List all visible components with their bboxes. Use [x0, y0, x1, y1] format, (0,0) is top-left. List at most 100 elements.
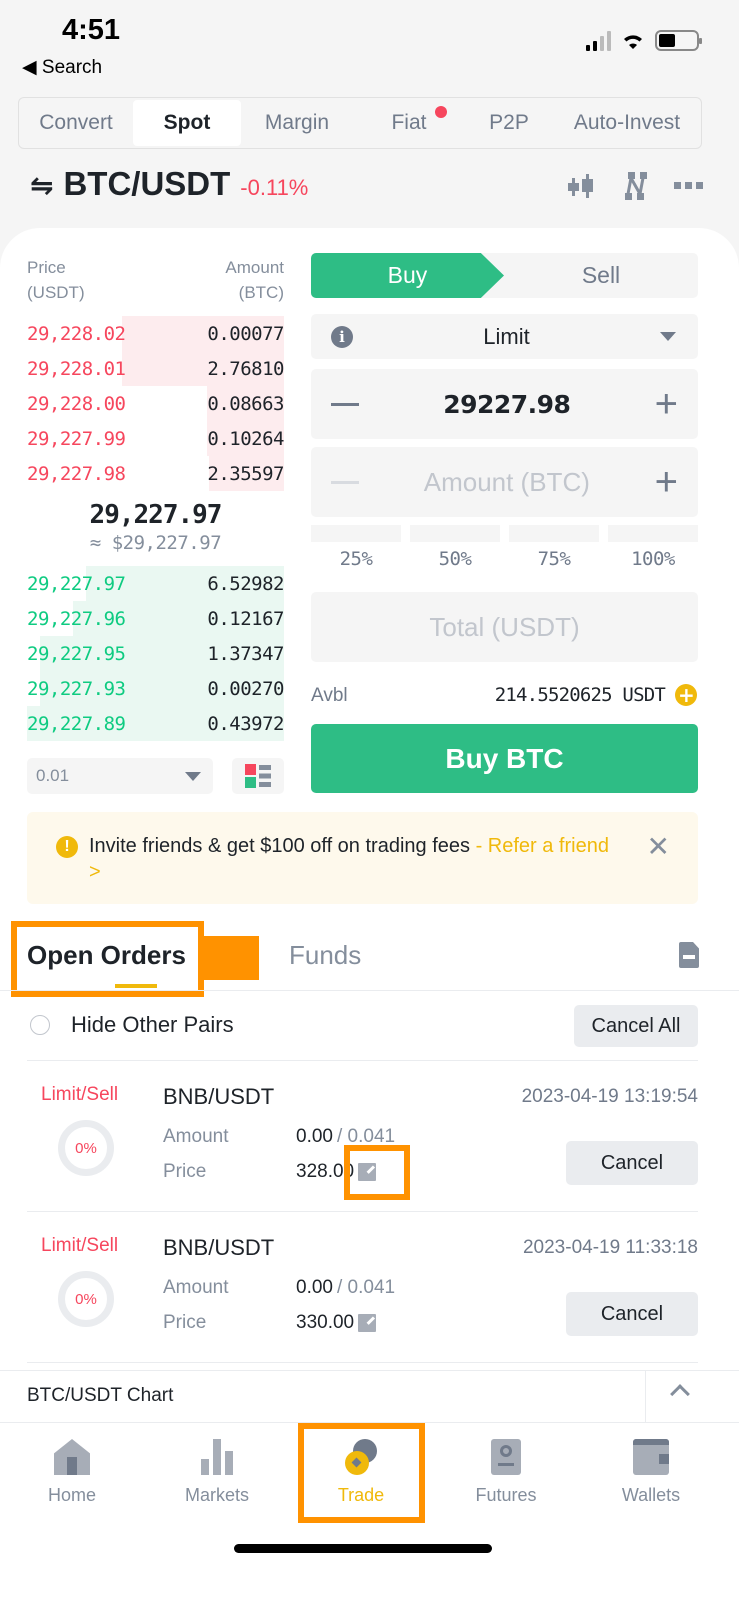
order-amount: 0.00270: [207, 677, 284, 700]
sell-tab[interactable]: Sell: [504, 253, 698, 298]
decrease-price-button[interactable]: [331, 402, 359, 406]
orderbook-layout-button[interactable]: [232, 758, 284, 794]
info-icon[interactable]: i: [331, 325, 353, 348]
cancel-order-button[interactable]: Cancel: [566, 1141, 698, 1185]
orderbook-layout-icon: [245, 764, 271, 788]
order-symbol: BNB/USDT: [163, 1235, 275, 1260]
order-type: Limit/Sell: [41, 1084, 119, 1105]
wifi-icon: [624, 34, 642, 49]
available-balance: 214.5520625 USDT +: [495, 684, 697, 706]
bid-row[interactable]: 29,227.97 6.52982: [27, 566, 284, 601]
referral-banner: ! Invite friends & get $100 off on tradi…: [27, 812, 698, 904]
amount-input[interactable]: Amount (BTC): [424, 467, 590, 498]
precision-select[interactable]: 0.01: [27, 758, 213, 794]
order-price: 330.00: [296, 1312, 377, 1334]
ask-row[interactable]: 29,227.99 0.10264: [27, 421, 284, 456]
bid-row[interactable]: 29,227.95 1.37347: [27, 636, 284, 671]
add-funds-icon[interactable]: +: [675, 684, 697, 706]
price-input[interactable]: 29227.98: [443, 390, 571, 419]
last-price-usd: ≈ $29,227.97: [89, 532, 222, 554]
pair-name: BTC/USDT: [63, 165, 231, 202]
order-amount: 2.35597: [207, 462, 284, 485]
tab-auto-invest[interactable]: Auto-Invest: [553, 100, 701, 146]
order-amount: 1.37347: [207, 642, 284, 665]
orderbook-amount-header: Amount (BTC): [225, 258, 284, 302]
orderbook-price-header: Price (USDT): [27, 258, 85, 302]
tab-margin[interactable]: Margin: [241, 100, 353, 146]
ask-row[interactable]: 29,228.00 0.08663: [27, 386, 284, 421]
edit-icon[interactable]: [358, 1314, 377, 1332]
percent-50[interactable]: 50%: [410, 548, 500, 570]
buy-btc-button[interactable]: Buy BTC: [311, 724, 698, 793]
tab-spot[interactable]: Spot: [133, 100, 241, 146]
chart-drawer[interactable]: BTC/USDT Chart: [0, 1370, 739, 1423]
tab-fiat[interactable]: Fiat: [353, 100, 465, 146]
order-amount: 0.12167: [207, 607, 284, 630]
divider: [27, 1211, 698, 1212]
trade-mode-tabs: Convert Spot Margin Fiat P2P Auto-Invest: [18, 97, 702, 149]
increase-amount-button[interactable]: +: [655, 462, 678, 502]
order-price: 29,228.02: [27, 322, 126, 345]
cancel-all-button[interactable]: Cancel All: [574, 1005, 698, 1047]
more-icon[interactable]: [674, 182, 704, 190]
fill-progress: 0%: [58, 1120, 114, 1176]
percent-25[interactable]: 25%: [311, 548, 401, 570]
percent-75[interactable]: 75%: [509, 548, 599, 570]
fill-progress: 0%: [58, 1271, 114, 1327]
active-tab-indicator: [115, 984, 157, 988]
percent-100[interactable]: 100%: [608, 548, 698, 570]
total-input[interactable]: Total (USDT): [311, 592, 698, 662]
home-icon: [54, 1439, 90, 1475]
chevron-down-icon: [185, 771, 201, 781]
order-history-icon[interactable]: [679, 942, 699, 968]
bid-row[interactable]: 29,227.96 0.12167: [27, 601, 284, 636]
tab-convert[interactable]: Convert: [19, 100, 133, 146]
bid-row[interactable]: 29,227.93 0.00270: [27, 671, 284, 706]
order-amount: 0.08663: [207, 392, 284, 415]
tab-open-orders[interactable]: Open Orders: [27, 940, 186, 971]
percent-slider[interactable]: [311, 525, 698, 542]
battery-icon: [655, 30, 702, 51]
nav-wallets[interactable]: Wallets: [591, 1439, 711, 1506]
divider: [0, 990, 739, 991]
order-symbol: BNB/USDT: [163, 1084, 275, 1109]
nav-markets[interactable]: Markets: [157, 1439, 277, 1506]
cancel-order-button[interactable]: Cancel: [566, 1292, 698, 1336]
hide-other-pairs-radio[interactable]: [30, 1015, 50, 1035]
nav-home[interactable]: Home: [12, 1439, 132, 1506]
order-row: Limit/Sell 0% BNB/USDT 2023-04-19 11:33:…: [27, 1221, 698, 1371]
nav-futures[interactable]: Futures: [446, 1439, 566, 1506]
order-type: Limit/Sell: [41, 1235, 119, 1256]
status-time: 4:51: [62, 14, 121, 46]
chart-title: BTC/USDT Chart: [27, 1385, 174, 1406]
close-icon[interactable]: ✕: [647, 830, 670, 863]
tab-p2p[interactable]: P2P: [465, 100, 553, 146]
swap-pair-icon: ⇋: [30, 170, 54, 201]
back-triangle-icon: ◀︎: [22, 57, 42, 78]
notification-dot: [435, 106, 447, 118]
order-amount: 2.76810: [207, 357, 284, 380]
candlestick-icon[interactable]: [566, 172, 598, 200]
order-price: 29,227.99: [27, 427, 126, 450]
ask-row[interactable]: 29,228.02 0.00077: [27, 316, 284, 351]
highlight-edit-price: [344, 1145, 410, 1200]
increase-price-button[interactable]: +: [655, 384, 678, 424]
strategy-icon[interactable]: [624, 172, 648, 200]
bid-row[interactable]: 29,227.89 0.43972: [27, 706, 284, 741]
buy-sell-toggle: Buy Sell: [311, 253, 698, 298]
chevron-up-icon[interactable]: [670, 1384, 690, 1404]
order-price: 29,227.96: [27, 607, 126, 630]
ask-row[interactable]: 29,228.01 2.76810: [27, 351, 284, 386]
decrease-amount-button[interactable]: [331, 480, 359, 484]
amount-stepper: Amount (BTC) +: [311, 447, 698, 517]
buy-tab[interactable]: Buy: [311, 253, 504, 298]
order-price: 29,228.00: [27, 392, 126, 415]
hide-other-pairs[interactable]: Hide Other Pairs: [30, 1012, 234, 1038]
order-type-select[interactable]: i Limit: [311, 314, 698, 359]
pair-header[interactable]: ⇋ BTC/USDT -0.11%: [30, 165, 308, 203]
back-to-search[interactable]: ◀︎ Search: [22, 56, 102, 79]
order-amount: 0.00 / 0.041: [296, 1277, 396, 1298]
percent-options: 25% 50% 75% 100%: [311, 548, 698, 570]
tab-funds[interactable]: Funds: [289, 940, 361, 971]
ask-row[interactable]: 29,227.98 2.35597: [27, 456, 284, 491]
